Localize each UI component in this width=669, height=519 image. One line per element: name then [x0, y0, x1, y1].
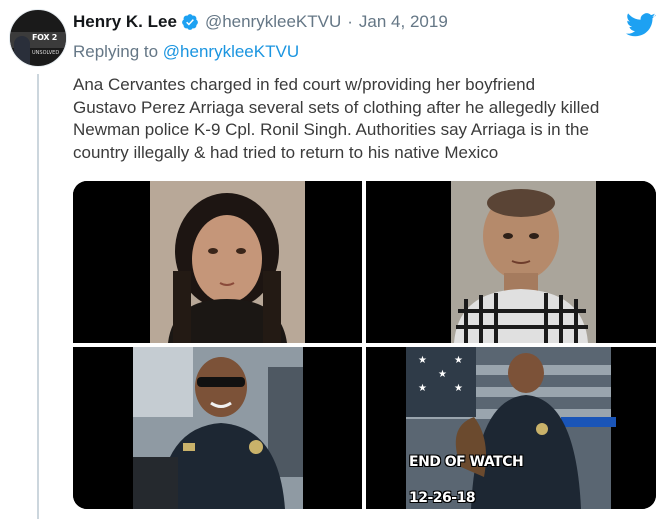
author-name[interactable]: Henry K. Lee: [73, 12, 177, 32]
tweet-card[interactable]: FOX 2 UNSOLVED Henry K. Lee @henrykleeKT…: [0, 0, 669, 519]
media-photo-officer-in-car[interactable]: [73, 347, 362, 509]
media-photo-man-mugshot[interactable]: [366, 181, 656, 343]
tweet-date[interactable]: Jan 4, 2019: [359, 12, 448, 32]
header-separator: ·: [347, 12, 353, 31]
tweet-text-line: Gustavo Perez Arriaga several sets of cl…: [73, 97, 600, 117]
avatar-logo-subtext: UNSOLVED: [32, 50, 60, 56]
end-of-watch-caption: END OF WATCH: [409, 454, 524, 470]
svg-text:★: ★: [454, 355, 463, 366]
media-photo-end-of-watch-memorial[interactable]: ★ ★ ★ ★ ★ END OF WATCH 12-26-18: [366, 347, 656, 509]
avatar-logo-text: FOX 2: [32, 33, 58, 42]
svg-text:★: ★: [454, 383, 463, 394]
svg-text:★: ★: [438, 369, 447, 380]
tweet-text-line: Newman police K-9 Cpl. Ronil Singh. Auth…: [73, 120, 589, 139]
svg-text:★: ★: [418, 355, 427, 366]
reply-mention-link[interactable]: @henrykleeKTVU: [163, 42, 299, 61]
reply-prefix: Replying to: [73, 42, 159, 61]
tweet-header: Henry K. Lee @henrykleeKTVU · Jan 4, 201…: [73, 10, 448, 34]
avatar-person-silhouette: [14, 36, 30, 66]
media-photo-woman-mugshot[interactable]: [73, 181, 362, 343]
media-grid: ★ ★ ★ ★ ★ END OF WATCH 12-26-18: [73, 181, 656, 509]
thread-connector-line: [37, 74, 39, 519]
author-handle[interactable]: @henrykleeKTVU: [205, 12, 341, 32]
tweet-text-line: country illegally & had tried to return …: [73, 142, 499, 162]
twitter-bird-icon[interactable]: [626, 13, 656, 38]
reply-context: Replying to @henrykleeKTVU: [73, 42, 299, 62]
tweet-text-line: Ana Cervantes charged in fed court w/pro…: [73, 75, 536, 94]
svg-text:★: ★: [418, 383, 427, 394]
verified-badge-icon: [181, 13, 199, 31]
end-of-watch-date: 12-26-18: [409, 490, 476, 506]
author-avatar[interactable]: FOX 2 UNSOLVED: [9, 9, 67, 67]
tweet-body: Ana Cervantes charged in fed court w/pro…: [73, 74, 663, 164]
